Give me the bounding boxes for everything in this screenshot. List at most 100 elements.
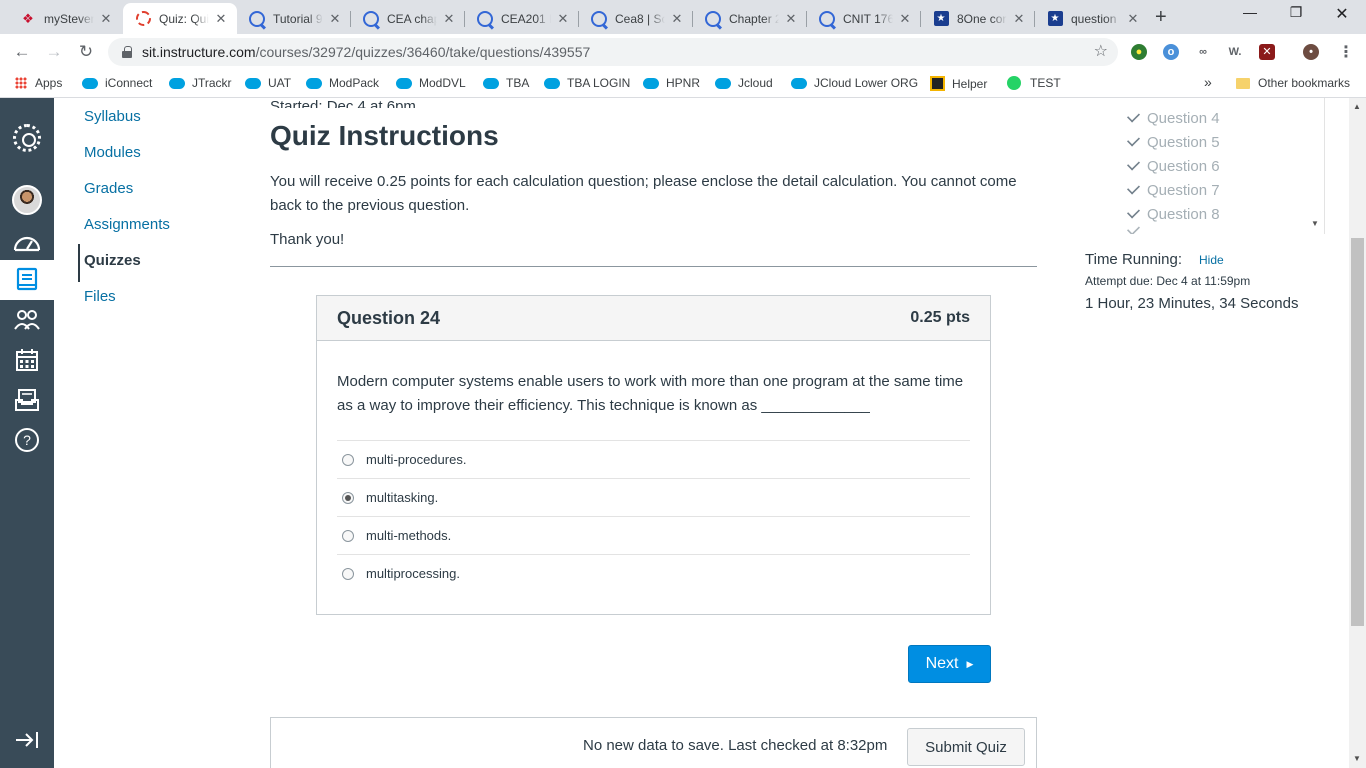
tab-8one[interactable]: ★ 8One cor ✕: [921, 3, 1035, 34]
caret-right-icon: ▶: [966, 658, 974, 669]
bookmark-iconnect[interactable]: iConnect: [82, 76, 152, 90]
close-icon[interactable]: ✕: [441, 11, 457, 27]
close-window-button[interactable]: ✕: [1319, 4, 1365, 24]
course-nav-modules[interactable]: Modules: [84, 144, 141, 161]
tab-title: CEA201 L: [501, 11, 551, 26]
dashboard-icon[interactable]: [11, 226, 43, 258]
question-link[interactable]: Question 5: [1125, 132, 1220, 151]
address-bar[interactable]: sit.instructure.com/courses/32972/quizze…: [108, 38, 1118, 66]
bookmark-moddvl[interactable]: ModDVL: [396, 76, 466, 90]
salesforce-icon: [643, 77, 659, 89]
bookmark-modpack[interactable]: ModPack: [306, 76, 379, 90]
calendar-icon[interactable]: [11, 344, 43, 376]
scroll-down-icon[interactable]: ▼: [1353, 754, 1361, 763]
tab-quiz[interactable]: Quiz: Qui ✕: [123, 3, 237, 34]
forward-icon[interactable]: →: [42, 41, 66, 63]
bookmark-apps[interactable]: Apps: [15, 76, 62, 90]
tab-chapter[interactable]: Chapter 2 ✕: [693, 3, 807, 34]
course-nav-files[interactable]: Files: [84, 288, 116, 305]
close-icon[interactable]: ✕: [213, 11, 229, 27]
close-icon[interactable]: ✕: [897, 11, 913, 27]
bookmark-tba[interactable]: TBA: [483, 76, 529, 90]
page-scrollbar[interactable]: ▲ ▼: [1349, 98, 1366, 768]
answer-label: multitasking.: [366, 490, 439, 505]
bookmark-jcloud[interactable]: Jcloud: [715, 76, 773, 90]
answer-option[interactable]: multitasking.: [337, 478, 970, 516]
question-link-label: Question 7: [1147, 182, 1220, 199]
hide-timer-link[interactable]: Hide: [1199, 253, 1224, 267]
answer-option[interactable]: multi-procedures.: [337, 440, 970, 478]
bookmark-uat[interactable]: UAT: [245, 76, 291, 90]
scroll-up-icon[interactable]: ▲: [1353, 102, 1361, 111]
chrome-menu-icon[interactable]: ⋮: [1338, 42, 1354, 62]
close-icon[interactable]: ✕: [669, 11, 685, 27]
new-tab-button[interactable]: +: [1155, 6, 1167, 29]
extension-circle-icon[interactable]: o: [1163, 44, 1179, 60]
bookmark-label: JCloud Lower ORG: [814, 76, 919, 90]
extension-w-icon[interactable]: W.: [1227, 44, 1243, 60]
radio-button[interactable]: [342, 529, 354, 542]
close-icon[interactable]: ✕: [98, 11, 114, 27]
bookmark-label: Apps: [35, 76, 63, 90]
tab-tutorial[interactable]: Tutorial 9 ✕: [237, 3, 351, 34]
tab-cea8[interactable]: Cea8 | Sc ✕: [579, 3, 693, 34]
course-nav-grades[interactable]: Grades: [84, 180, 133, 197]
tab-question[interactable]: ★ question ✕: [1035, 3, 1149, 34]
tab-cnit[interactable]: CNIT 176 ✕: [807, 3, 921, 34]
close-icon[interactable]: ✕: [783, 11, 799, 27]
answer-option[interactable]: multiprocessing.: [337, 554, 970, 592]
bookmark-star-icon[interactable]: ☆: [1094, 41, 1108, 61]
scroll-thumb[interactable]: [1351, 238, 1364, 626]
account-avatar[interactable]: [11, 184, 43, 216]
close-icon[interactable]: ✕: [1011, 11, 1027, 27]
back-icon[interactable]: ←: [10, 41, 34, 63]
tab-cea201[interactable]: CEA201 L ✕: [465, 3, 579, 34]
bookmark-label: iConnect: [105, 76, 153, 90]
question-link[interactable]: Question 6: [1125, 156, 1220, 175]
course-nav-quizzes[interactable]: Quizzes: [84, 252, 141, 269]
radio-button[interactable]: [342, 567, 354, 580]
radio-button[interactable]: [342, 453, 354, 466]
bookmark-test[interactable]: TEST: [1007, 76, 1061, 90]
close-icon[interactable]: ✕: [555, 11, 571, 27]
bookmark-tba-login[interactable]: TBA LOGIN: [544, 76, 630, 90]
question-link-partial[interactable]: [1125, 222, 1147, 234]
course-nav-syllabus[interactable]: Syllabus: [84, 108, 141, 125]
collapse-nav-icon[interactable]: [11, 724, 43, 756]
bookmark-helper[interactable]: Helper: [930, 76, 987, 91]
restore-button[interactable]: ❐: [1273, 4, 1319, 21]
minimize-button[interactable]: —: [1227, 4, 1273, 20]
bookmark-jtrackr[interactable]: JTrackr: [169, 76, 232, 90]
extension-globe-icon[interactable]: ●: [1131, 44, 1147, 60]
bookmarks-overflow-button[interactable]: »: [1204, 74, 1212, 90]
bookmarks-bar: Apps iConnect JTrackr UAT ModPack ModDVL…: [0, 70, 1366, 98]
help-icon[interactable]: ?: [11, 424, 43, 456]
url-path: /courses/32972/quizzes/36460/take/questi…: [255, 44, 591, 60]
canvas-logo-icon[interactable]: [11, 122, 43, 154]
close-icon[interactable]: ✕: [327, 11, 343, 27]
extension-link-icon[interactable]: ∞: [1195, 44, 1211, 60]
tab-mysteven[interactable]: ❖ mySteven ✕: [8, 3, 122, 34]
reload-icon[interactable]: ↻: [74, 41, 98, 63]
quizlet-icon: [819, 10, 835, 27]
groups-icon[interactable]: [11, 304, 43, 336]
tab-cea-chap[interactable]: CEA chap ✕: [351, 3, 465, 34]
question-link[interactable]: Question 8: [1125, 204, 1220, 223]
bookmark-hpnr[interactable]: HPNR: [643, 76, 700, 90]
courses-icon[interactable]: [0, 260, 54, 300]
next-button[interactable]: Next ▶: [908, 645, 991, 683]
other-bookmarks[interactable]: Other bookmarks: [1236, 76, 1350, 90]
inbox-icon[interactable]: [11, 384, 43, 416]
profile-avatar-icon[interactable]: •: [1303, 44, 1319, 60]
question-link[interactable]: Question 4: [1125, 108, 1220, 127]
submit-quiz-button[interactable]: Submit Quiz: [907, 728, 1025, 766]
question-link[interactable]: Question 7: [1125, 180, 1220, 199]
course-nav-assignments[interactable]: Assignments: [84, 216, 170, 233]
extension-red-icon[interactable]: ✕: [1259, 44, 1275, 60]
answer-option[interactable]: multi-methods.: [337, 516, 970, 554]
check-icon: [1126, 204, 1141, 219]
radio-button-selected[interactable]: [342, 491, 354, 504]
close-icon[interactable]: ✕: [1125, 11, 1141, 27]
bookmark-jcloud-lower-org[interactable]: JCloud Lower ORG: [791, 76, 918, 90]
question-list-scroll-down[interactable]: ▼: [1311, 219, 1319, 228]
